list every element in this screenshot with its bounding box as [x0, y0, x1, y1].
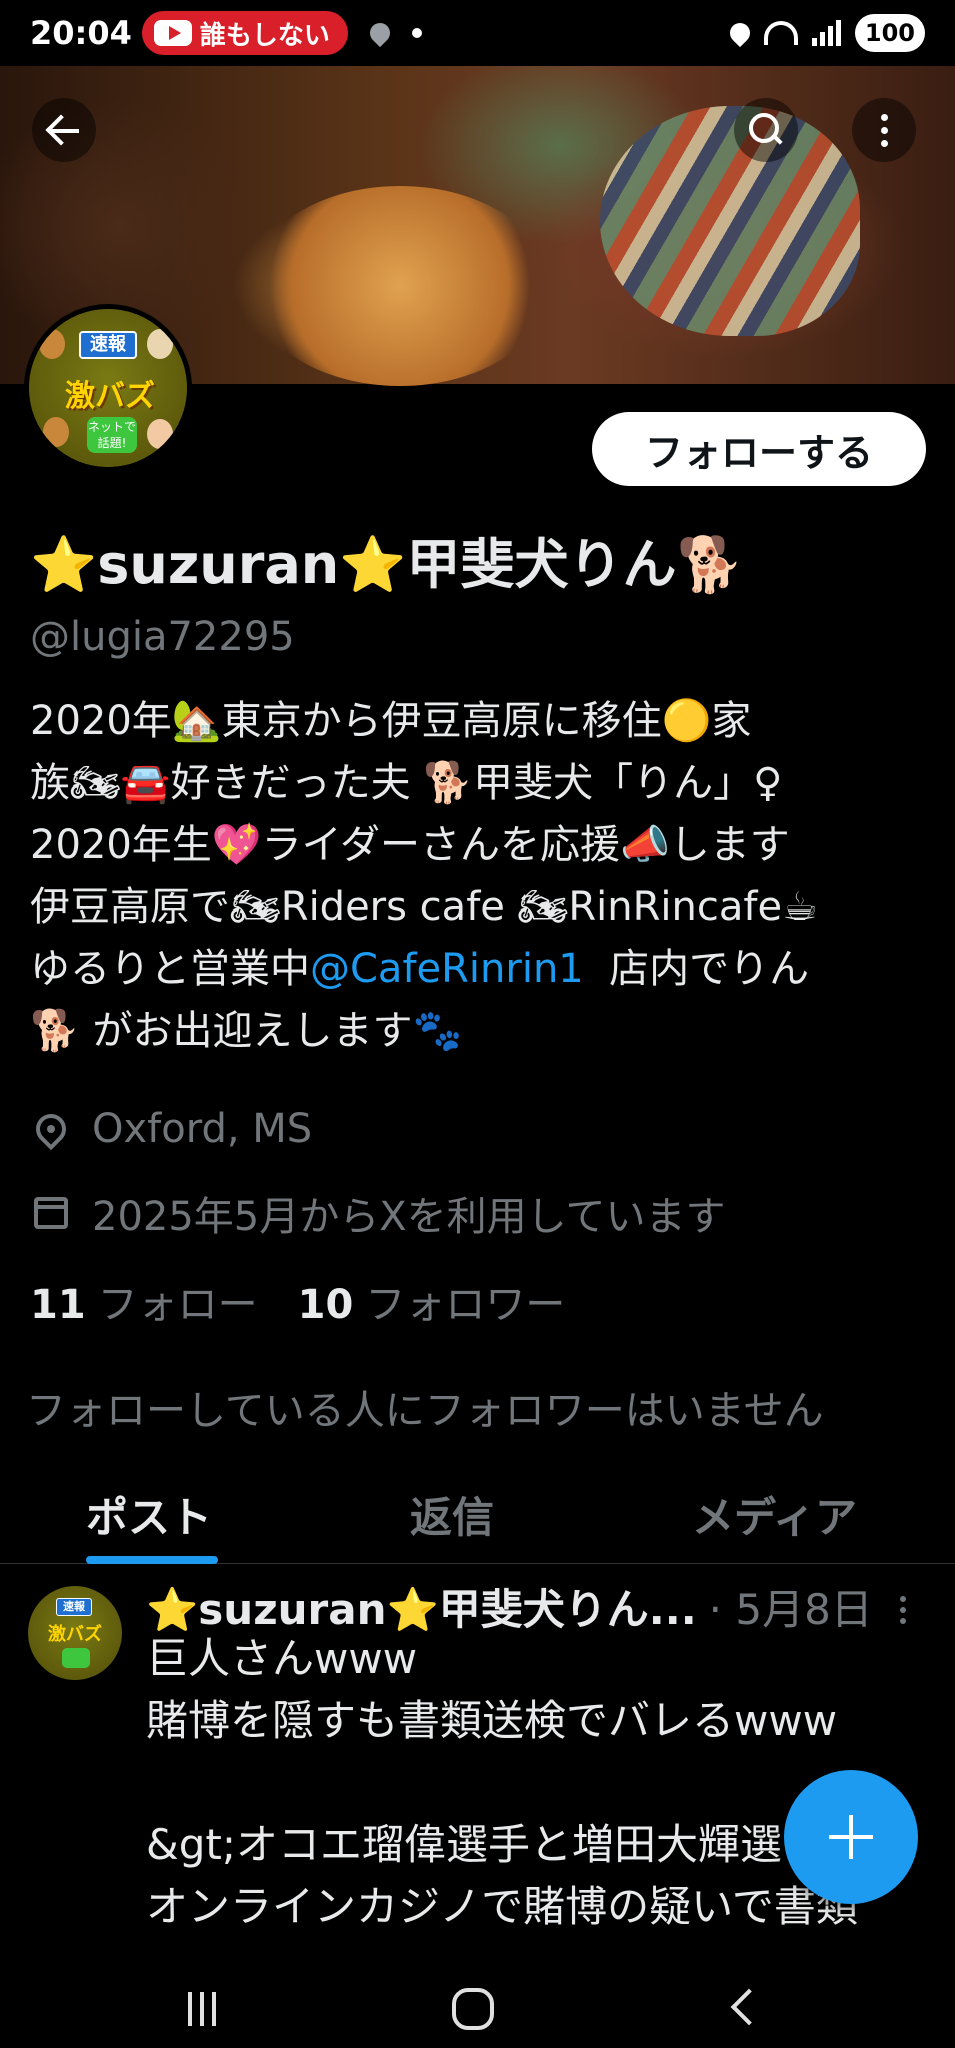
status-time: 20:04 [30, 14, 132, 52]
followers-label: フォロワー [365, 1282, 566, 1328]
youtube-icon [153, 20, 192, 46]
more-options-button[interactable] [852, 98, 916, 162]
tab-media[interactable]: メディア [692, 1484, 857, 1545]
active-tab-indicator [86, 1556, 218, 1564]
user-handle: @lugia72295 [30, 614, 295, 660]
arrow-left-icon [47, 115, 81, 145]
back-button[interactable] [32, 98, 96, 162]
system-back-icon[interactable] [730, 1988, 768, 2026]
tab-replies[interactable]: 返信 [410, 1484, 494, 1545]
followers-count: 10 [297, 1282, 354, 1328]
gps-icon [725, 18, 755, 48]
join-date-text: 2025年5月からXを利用しています [92, 1194, 726, 1240]
notification-dot-icon [411, 28, 422, 38]
avatar-image: 速報 激バズ ネットで話題! [29, 309, 187, 467]
search-button[interactable] [734, 98, 798, 162]
avatar-character [39, 329, 65, 359]
status-bar: 20:04 誰もしない 100 [0, 0, 955, 66]
followers-link[interactable]: 10 フォロワー [298, 1272, 566, 1330]
profile-bio: 2020年🏡東京から伊豆高原に移住🟡家 族🏍🚘好きだった夫 🐕甲斐犬「りん」♀ … [30, 690, 930, 1062]
calendar-icon [34, 1197, 68, 1229]
profile-location: Oxford, MS [29, 1106, 313, 1152]
recent-apps-icon[interactable] [188, 1992, 216, 2026]
banner-guitar-shape [250, 186, 550, 386]
following-link[interactable]: 11 フォロー [30, 1272, 258, 1330]
post-more-icon[interactable] [900, 1596, 906, 1624]
avatar-title: 激バズ [65, 379, 155, 414]
profile-join-date: 2025年5月からXを利用しています [30, 1184, 725, 1242]
display-name: ⭐suzuran⭐甲斐犬りん🐕 [30, 533, 744, 596]
youtube-notification-pill[interactable]: 誰もしない [141, 11, 348, 55]
post-author-avatar[interactable]: 速報 激バズ [28, 1586, 122, 1680]
profile-tabs: ポスト 返信 メディア [0, 1468, 955, 1564]
tab-posts[interactable]: ポスト [86, 1484, 212, 1545]
bio-mention-link[interactable]: @CafeRinrin1 [310, 946, 584, 992]
follow-button[interactable]: フォローする [592, 412, 926, 486]
plus-icon [829, 1815, 873, 1859]
signal-icon [811, 20, 841, 46]
location-text: Oxford, MS [92, 1106, 313, 1152]
notification-text: 誰もしない [199, 20, 330, 51]
battery-indicator: 100 [854, 14, 925, 52]
avatar-character [147, 329, 173, 359]
profile-avatar[interactable]: 速報 激バズ ネットで話題! [24, 304, 192, 472]
post-avatar-title: 激バズ [48, 1624, 102, 1645]
following-label: フォロー [97, 1282, 258, 1328]
avatar-character [43, 417, 69, 447]
post-avatar-badge: 速報 [56, 1598, 92, 1616]
post-avatar-bubble [62, 1648, 90, 1668]
location-status-icon [365, 18, 395, 48]
more-vertical-icon [880, 113, 888, 147]
system-navigation-bar [0, 1940, 955, 2048]
banner-hat-shape [600, 106, 860, 336]
following-count: 11 [30, 1282, 86, 1328]
avatar-badge: 速報 [79, 331, 137, 359]
mutual-followers-note: フォローしている人にフォロワーはいません [26, 1388, 824, 1434]
home-icon[interactable] [452, 1988, 494, 2030]
location-pin-icon [29, 1107, 73, 1151]
compose-button[interactable] [784, 1770, 918, 1904]
avatar-character [147, 419, 173, 449]
search-icon [749, 113, 783, 147]
wifi-icon [763, 21, 798, 45]
follow-stats: 11 フォロー 10 フォロワー [30, 1272, 565, 1330]
avatar-bubble: ネットで話題! [87, 417, 137, 453]
